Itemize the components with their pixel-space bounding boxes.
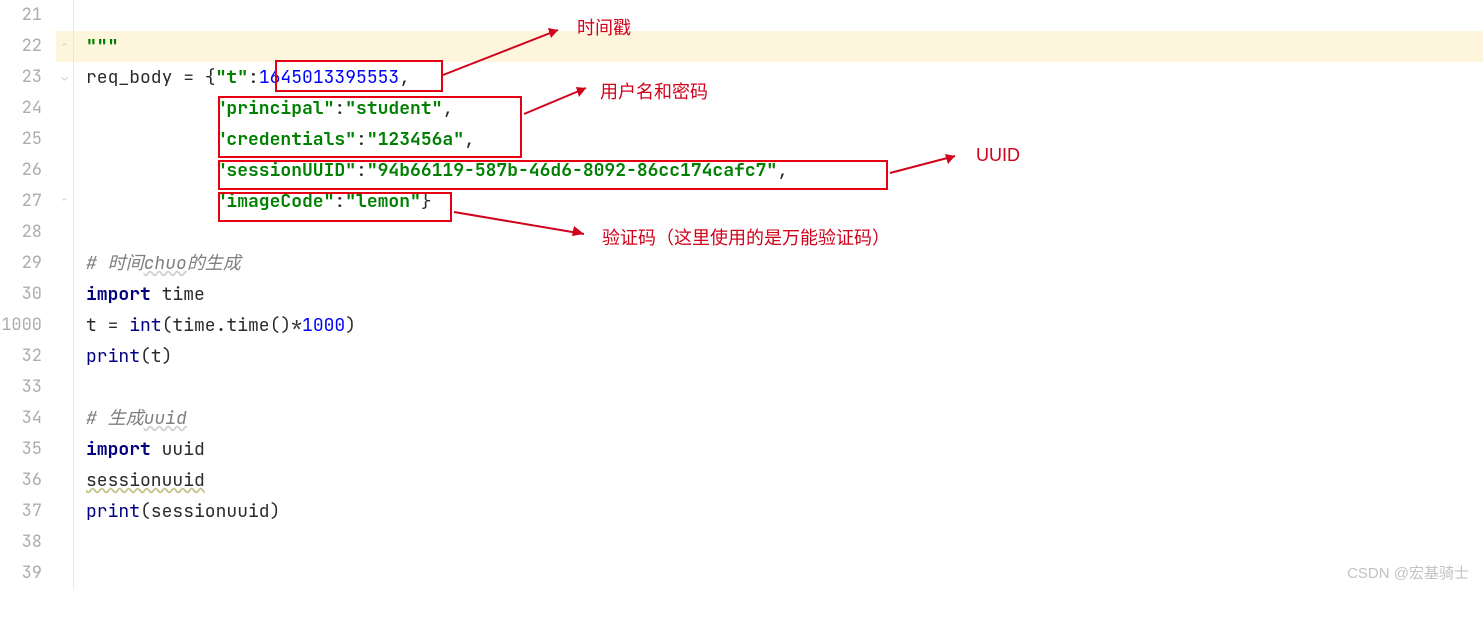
code-line: 37 print(sessionuuid)	[0, 496, 1483, 527]
code-line: 26 "sessionUUID":"94b66119-587b-46d6-809…	[0, 155, 1483, 186]
code-content[interactable]: "imageCode":"lemon"}	[74, 186, 432, 217]
line-number: 25	[0, 124, 56, 155]
code-line: 25 "credentials":"123456a",	[0, 124, 1483, 155]
code-content[interactable]: "principal":"student",	[74, 93, 453, 124]
code-line: 24 "principal":"student",	[0, 93, 1483, 124]
line-number: 24	[0, 93, 56, 124]
code-line: 21	[0, 0, 1483, 31]
line-number: 38	[0, 527, 56, 558]
code-editor[interactable]: 21 22 ⌃ """ 23 ⌄ req_body = {"t":1645013…	[0, 0, 1483, 589]
line-number: 35	[0, 434, 56, 465]
code-line: 22 ⌃ """	[0, 31, 1483, 62]
fold-column	[56, 155, 74, 186]
fold-start-icon: ⌄	[61, 62, 68, 93]
fold-end-icon: ⌃	[61, 31, 68, 62]
code-line: 27 ⌃ "imageCode":"lemon"}	[0, 186, 1483, 217]
fold-column	[56, 403, 74, 434]
fold-column	[56, 217, 74, 248]
fold-column[interactable]: ⌄	[56, 62, 74, 93]
fold-column	[56, 279, 74, 310]
line-number: 36	[0, 465, 56, 496]
line-number: 26	[0, 155, 56, 186]
code-content[interactable]: # 生成uuid	[74, 403, 187, 434]
fold-column	[56, 341, 74, 372]
code-line: 35 import uuid	[0, 434, 1483, 465]
code-content[interactable]: print(t)	[74, 341, 172, 372]
code-content[interactable]: req_body = {"t":1645013395553,	[74, 62, 410, 93]
line-number: 27	[0, 186, 56, 217]
line-number: 23	[0, 62, 56, 93]
code-content[interactable]: import time	[74, 279, 205, 310]
line-number: 28	[0, 217, 56, 248]
line-number: 1000	[0, 310, 56, 341]
fold-column	[56, 124, 74, 155]
fold-column[interactable]: ⌃	[56, 186, 74, 217]
fold-column	[56, 527, 74, 558]
line-number: 37	[0, 496, 56, 527]
fold-column	[56, 310, 74, 341]
code-line: 23 ⌄ req_body = {"t":1645013395553,	[0, 62, 1483, 93]
line-number: 34	[0, 403, 56, 434]
code-content[interactable]: print(sessionuuid)	[74, 496, 280, 527]
line-number: 39	[0, 558, 56, 589]
line-number: 32	[0, 341, 56, 372]
code-content[interactable]: "credentials":"123456a",	[74, 124, 475, 155]
fold-column	[56, 465, 74, 496]
code-line: 29 # 时间chuo的生成	[0, 248, 1483, 279]
line-number: 29	[0, 248, 56, 279]
fold-column	[56, 0, 74, 31]
code-line: 28	[0, 217, 1483, 248]
fold-column	[56, 93, 74, 124]
line-number: 33	[0, 372, 56, 403]
fold-end-icon: ⌃	[61, 186, 68, 217]
code-line: 32 print(t)	[0, 341, 1483, 372]
fold-column	[56, 496, 74, 527]
code-content[interactable]: sessionuuid	[74, 465, 205, 496]
line-number: 22	[0, 31, 56, 62]
line-number: 30	[0, 279, 56, 310]
code-line: 34 # 生成uuid	[0, 403, 1483, 434]
fold-column[interactable]: ⌃	[56, 31, 74, 62]
watermark: CSDN @宏基骑士	[1347, 562, 1469, 583]
line-number: 21	[0, 0, 56, 31]
code-line: 1000 t = int(time.time()*1000)	[0, 310, 1483, 341]
code-content[interactable]: """	[74, 31, 118, 62]
code-line: 30 import time	[0, 279, 1483, 310]
code-content[interactable]: import uuid	[74, 434, 205, 465]
code-content[interactable]: t = int(time.time()*1000)	[74, 310, 356, 341]
fold-column	[56, 558, 74, 589]
code-line: 33	[0, 372, 1483, 403]
code-line: 39	[0, 558, 1483, 589]
fold-column	[56, 434, 74, 465]
fold-column	[56, 372, 74, 403]
code-content[interactable]: "sessionUUID":"94b66119-587b-46d6-8092-8…	[74, 155, 788, 186]
code-line: 38	[0, 527, 1483, 558]
code-content[interactable]: # 时间chuo的生成	[74, 248, 241, 279]
code-line: 36 sessionuuid	[0, 465, 1483, 496]
fold-column	[56, 248, 74, 279]
